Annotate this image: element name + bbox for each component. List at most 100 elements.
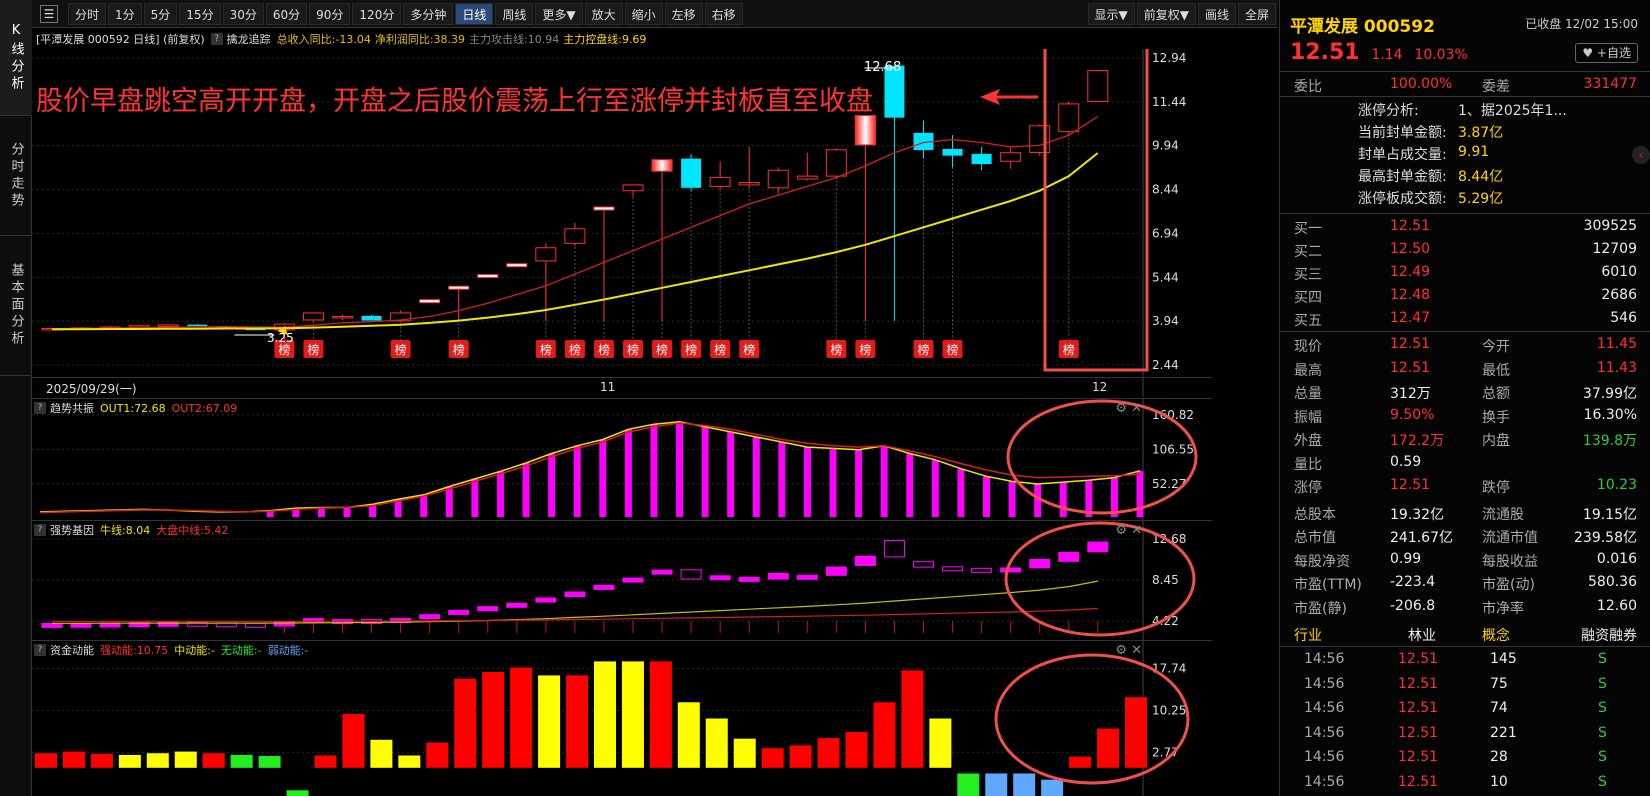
toolbar-button[interactable]: 缩小 [624,2,663,25]
toolbar-button[interactable]: 全屏 [1237,2,1276,25]
dragon-tiger-badge[interactable]: 榜 [623,340,643,358]
candle-up[interactable] [157,324,179,327]
candle-down[interactable] [942,148,963,156]
toolbar-button[interactable]: 分时 [68,2,107,25]
candle-up[interactable] [564,228,586,244]
toolbar-button[interactable]: 右移 [704,2,743,25]
dragon-tiger-badge[interactable]: 榜 [942,340,963,358]
dragon-tiger-badge[interactable]: 榜 [855,340,876,358]
toolbar-button[interactable]: 前复权▼ [1136,2,1196,25]
candle-limit-up[interactable] [477,274,499,279]
candle-up[interactable] [1029,125,1051,153]
toolbar-button[interactable]: 90分 [309,2,351,25]
toolbar-button[interactable]: 画线 [1197,2,1236,25]
candle-up[interactable] [302,312,324,321]
toolbar-button[interactable]: 左移 [664,2,703,25]
main-chart-pane[interactable]: 12.94 11.44 9.94 8.44 6.94 5.44 3.94 2.44 榜 榜 榜 榜 榜 榜… [32,49,1212,397]
stat-label: 流通市值 [1482,530,1538,546]
candle-down[interactable] [361,315,382,321]
tab-fundamental[interactable]: 基本面分析 [0,236,32,376]
dragon-tiger-badge[interactable]: 榜 [448,340,469,358]
tick-volume: 145 [1490,651,1517,667]
toolbar-button[interactable]: 更多▼ [535,2,583,25]
candle-up[interactable] [738,182,760,186]
dragon-tiger-badge[interactable]: 榜 [303,340,324,358]
toolbar-button[interactable]: 周线 [495,2,534,25]
add-watchlist-button[interactable]: ♥ +自选 [1575,43,1638,63]
help-icon[interactable]: ? [34,644,46,656]
tab-kline-analysis[interactable]: K线分析 [0,0,32,116]
dragon-tiger-badge[interactable]: 榜 [681,340,702,358]
dragon-tiger-badge[interactable]: 榜 [826,340,847,358]
toolbar-button[interactable]: 5分 [143,2,178,25]
pane-settings-icon[interactable]: ⚙ ✕ [1115,401,1142,416]
buy-level-label: 买一 [1294,221,1322,237]
stat-label: 总股本 [1294,506,1336,523]
help-icon[interactable]: ? [210,33,223,45]
dragon-tiger-badge[interactable]: 榜 [710,340,731,358]
trend-resonance-pane[interactable]: 160.82 106.55 52.27 ? 趋势共振 OUT1:72.68 OUT2… [32,398,1212,521]
gene-candle [913,561,934,568]
candle-up[interactable] [796,175,818,180]
help-icon[interactable]: ? [34,402,46,414]
fund-bar [426,742,449,768]
dragon-tiger-badge[interactable]: 榜 [739,340,760,358]
candle-up[interactable] [622,184,644,192]
toolbar-button[interactable]: 显示▼ [1087,2,1135,25]
stat-label: 外盘 [1294,433,1322,449]
stat-label: 市盈(静) [1294,600,1347,617]
fund-momentum-pane[interactable]: 17.74 10.25 2.77 ? 资金动能 强动能:10.75 中动能:- 无动… [32,640,1212,796]
candle-up[interactable] [854,115,876,146]
candle-up[interactable] [332,315,353,319]
dragon-tiger-badge[interactable]: 榜 [535,340,556,358]
trend-resonance-chart[interactable]: 160.82106.5552.27 [32,399,1212,521]
dragon-tiger-badge[interactable]: 榜 [913,340,934,358]
candle-down[interactable] [187,324,208,327]
candle-up[interactable] [535,247,557,262]
candle-limit-up[interactable] [506,263,528,268]
toolbar-button[interactable]: 120分 [352,2,402,25]
toolbar-button[interactable]: 1分 [108,2,142,25]
pane-settings-icon[interactable]: ⚙ ✕ [1115,523,1142,538]
dragon-tiger-badge[interactable]: 榜 [564,340,585,358]
toolbar-menu-icon[interactable]: ☰ [40,4,58,23]
industry-label[interactable]: 行业 [1294,625,1322,645]
help-icon[interactable]: ? [34,524,46,536]
candle-limit-up[interactable] [593,206,615,211]
dragon-tiger-badge[interactable]: 榜 [652,340,673,358]
toolbar-button[interactable]: 60分 [265,2,308,25]
candle-up[interactable] [1058,103,1080,133]
toolbar-button[interactable]: 30分 [222,2,264,25]
fund-momentum-chart[interactable]: 17.7410.252.77 [32,641,1212,796]
fund-bar [957,773,980,796]
candle-limit-up[interactable] [419,299,441,304]
candle-up[interactable] [651,159,673,172]
concept-label[interactable]: 概念 [1482,625,1510,645]
industry-value[interactable]: 林业 [1408,625,1436,645]
gene-candle [767,573,789,580]
collapse-arrow-icon[interactable]: ‹ [1632,146,1650,164]
candle-down[interactable] [971,153,992,165]
margin-trading[interactable]: 融资融券 [1581,625,1637,645]
candle-up[interactable] [1000,152,1022,162]
toolbar-button[interactable]: 日线 [455,2,494,25]
limit-info-value: 9.91 [1458,144,1490,160]
dragon-tiger-badge[interactable]: 榜 [593,340,614,358]
strong-gene-chart[interactable]: 12.688.454.22 [32,521,1212,641]
candle-limit-up[interactable] [448,285,470,290]
tab-intraday[interactable]: 分时走势 [0,116,32,236]
strong-gene-pane[interactable]: 12.68 8.45 4.22 ? 强势基因 牛线:8.04 大盘中线:5.42 ⚙… [32,520,1212,641]
candle-down[interactable] [681,158,702,188]
toolbar-button[interactable]: 15分 [179,2,221,25]
fund-bar [929,718,952,768]
candle-up[interactable] [1087,70,1109,103]
candle-up[interactable] [767,169,789,189]
candle-up[interactable] [825,149,847,177]
toolbar-button[interactable]: 多分钟 [403,2,454,25]
toolbar-button[interactable]: 放大 [584,2,623,25]
dragon-tiger-badge[interactable]: 榜 [390,340,411,358]
indicator-name[interactable]: 擒龙追踪 [227,31,271,47]
candle-up[interactable] [709,177,731,187]
pane-settings-icon[interactable]: ⚙ ✕ [1115,643,1142,658]
dragon-tiger-badge[interactable]: 榜 [1058,340,1079,358]
